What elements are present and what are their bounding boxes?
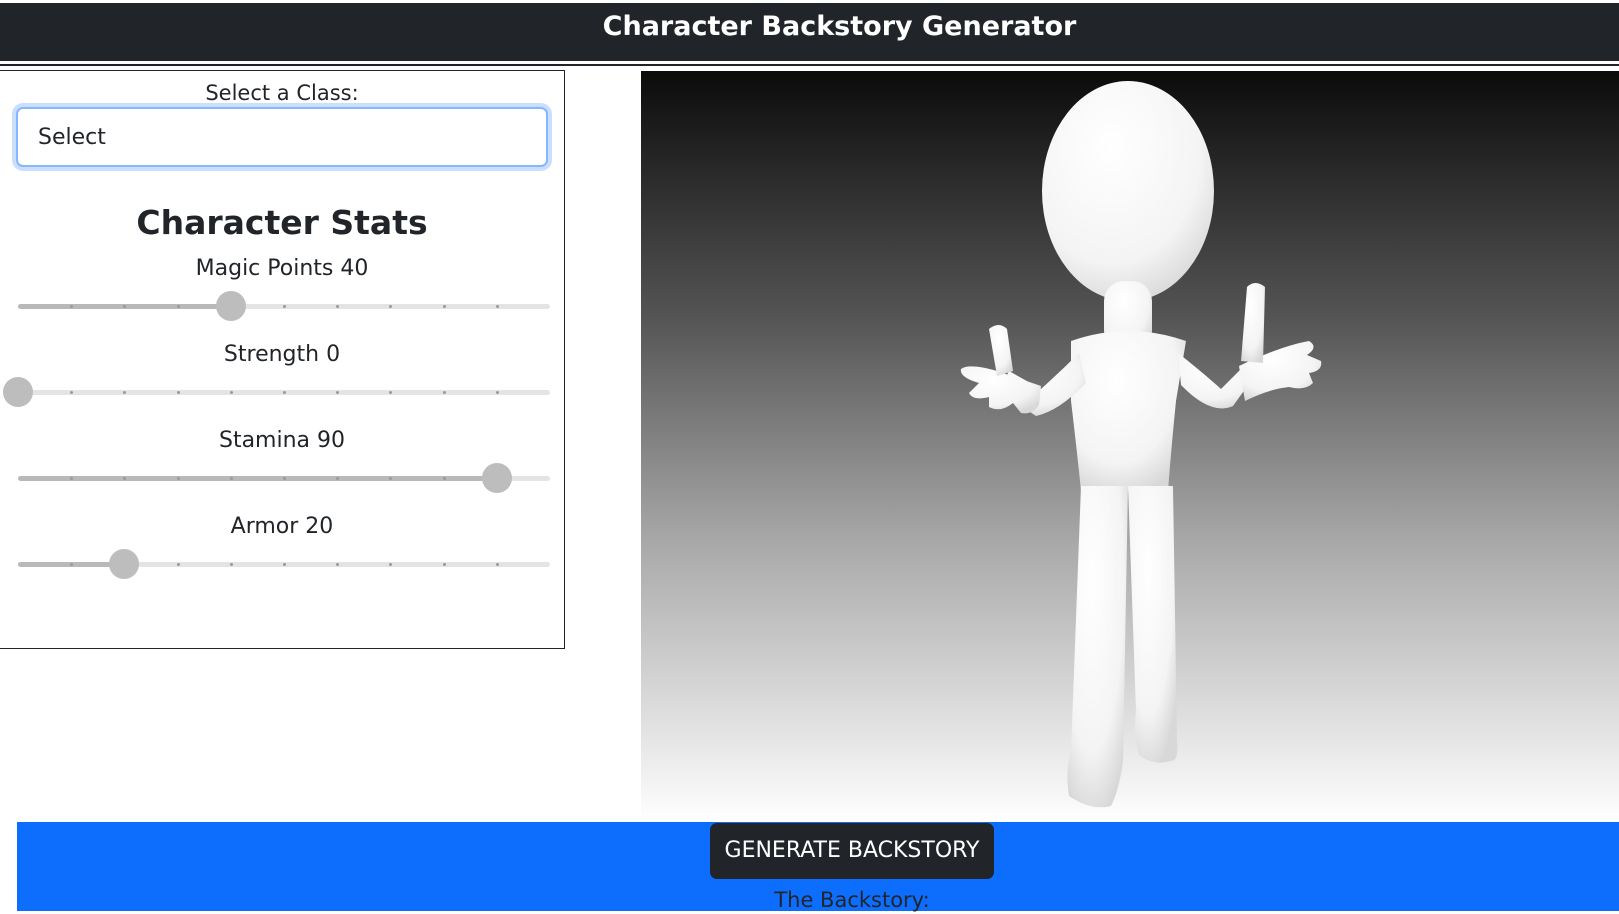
slider-fill	[18, 476, 497, 481]
generate-backstory-button[interactable]: GENERATE BACKSTORY	[710, 823, 994, 879]
slider-tick	[442, 305, 446, 308]
slider-tick	[229, 391, 233, 394]
slider-thumb[interactable]	[215, 291, 246, 321]
slider-thumb[interactable]	[481, 463, 512, 493]
page-title: Character Backstory Generator	[602, 11, 1077, 42]
slider-tick	[283, 305, 286, 308]
slider-tick	[495, 563, 499, 566]
class-select-label: Select a Class:	[205, 81, 359, 105]
slider-tick	[283, 391, 286, 394]
magic-points-label: Magic Points 40	[195, 256, 369, 281]
slider-thumb[interactable]	[109, 549, 140, 579]
stats-title: Character Stats	[136, 203, 428, 242]
strength-label: Strength 0	[223, 342, 341, 367]
slider-tick	[442, 477, 446, 480]
strength-slider[interactable]	[3, 376, 550, 408]
stats-panel: Select a Class: Select Character Stats M…	[0, 70, 565, 649]
slider-tick	[283, 477, 286, 480]
armor-slider[interactable]	[18, 548, 550, 580]
class-select[interactable]: Select	[16, 107, 548, 167]
slider-tick	[176, 563, 180, 566]
slider-tick	[495, 305, 499, 308]
armor-label: Armor 20	[230, 514, 334, 539]
character-3d-viewport[interactable]	[641, 71, 1619, 822]
slider-tick	[176, 477, 180, 480]
slider-tick	[229, 477, 233, 480]
stick-figure-icon	[960, 81, 1322, 808]
stamina-slider[interactable]	[18, 462, 550, 494]
header-divider	[0, 64, 1619, 66]
slider-thumb[interactable]	[3, 377, 33, 407]
slider-tick	[229, 563, 233, 566]
slider-tick	[176, 305, 180, 308]
class-select-value: Select	[38, 125, 106, 150]
slider-tick	[442, 563, 446, 566]
slider-tick	[176, 391, 180, 394]
magic-points-slider[interactable]	[18, 290, 550, 322]
slider-tick	[283, 563, 286, 566]
slider-tick	[495, 391, 499, 394]
app-header: Character Backstory Generator	[0, 3, 1619, 61]
slider-tick	[442, 391, 446, 394]
backstory-label: The Backstory:	[774, 888, 930, 912]
stamina-label: Stamina 90	[218, 428, 346, 453]
